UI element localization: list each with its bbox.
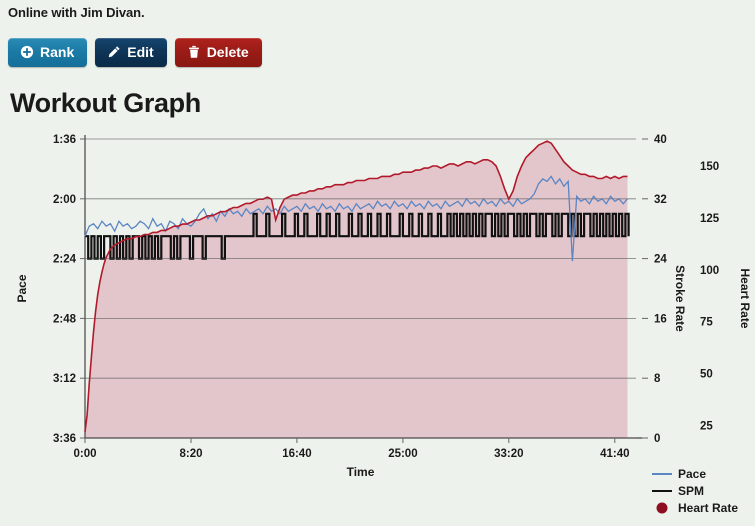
legend-label: Heart Rate: [678, 501, 738, 515]
heart-rate-tick-label: 75: [700, 317, 713, 329]
chart-legend: Pace SPM Heart Rate: [652, 467, 738, 515]
legend-marker: [656, 502, 668, 514]
heart-rate-tick-label: 50: [700, 369, 713, 381]
heart-rate-area: [85, 141, 628, 438]
legend-label: SPM: [678, 484, 704, 498]
stroke-rate-tick-label: 24: [654, 254, 667, 266]
chart-canvas: 1:36 2:00 2:24 2:48 3:12 3:36 Pace 0:00 8:20 16:4…: [15, 134, 752, 515]
status-text: Online with Jim Divan.: [8, 5, 145, 20]
plus-circle-icon: [20, 45, 34, 59]
x-tick-label: 25:00: [388, 448, 417, 460]
x-tick-label: 8:20: [179, 448, 202, 460]
heart-rate-tick-label: 150: [700, 161, 719, 173]
stroke-rate-tick-label: 40: [654, 134, 667, 146]
heart-rate-tick-label: 100: [700, 265, 719, 277]
delete-button-label: Delete: [206, 44, 249, 60]
x-tick-label: 0:00: [73, 448, 96, 460]
x-axis-title: Time: [347, 465, 375, 479]
heart-rate-axis-title: Heart Rate: [738, 268, 752, 328]
stroke-rate-tick-label: 0: [654, 433, 660, 445]
delete-button[interactable]: Delete: [174, 38, 262, 67]
x-tick-label: 41:40: [600, 448, 629, 460]
trash-icon: [187, 45, 201, 59]
page-title: Workout Graph: [10, 88, 201, 118]
workout-graph-page: Online with Jim Divan. Rank Edit Delete …: [0, 0, 755, 526]
pace-axis-title: Pace: [15, 274, 29, 302]
pace-tick-label: 3:12: [53, 373, 76, 385]
pace-tick-label: 2:00: [53, 194, 76, 206]
rank-button[interactable]: Rank: [8, 38, 88, 67]
stroke-rate-tick-label: 32: [654, 194, 667, 206]
pace-tick-label: 1:36: [53, 134, 76, 146]
pencil-icon: [107, 45, 121, 59]
pace-tick-label: 3:36: [53, 433, 76, 445]
action-toolbar: Rank Edit Delete: [8, 38, 262, 67]
workout-chart: 1:36 2:00 2:24 2:48 3:12 3:36 Pace 0:00 8:20 16:4…: [0, 120, 755, 526]
edit-button-label: Edit: [127, 44, 154, 60]
x-tick-label: 16:40: [282, 448, 311, 460]
stroke-rate-tick-label: 8: [654, 373, 661, 385]
rank-button-label: Rank: [40, 44, 75, 60]
heart-rate-tick-label: 125: [700, 213, 720, 225]
x-tick-label: 33:20: [494, 448, 523, 460]
edit-button[interactable]: Edit: [95, 38, 167, 67]
pace-tick-label: 2:24: [53, 254, 77, 266]
pace-tick-label: 2:48: [53, 313, 77, 325]
heart-rate-tick-label: 25: [700, 421, 713, 433]
stroke-rate-axis-title: Stroke Rate: [673, 265, 687, 332]
legend-label: Pace: [678, 467, 706, 481]
stroke-rate-tick-label: 16: [654, 313, 667, 325]
